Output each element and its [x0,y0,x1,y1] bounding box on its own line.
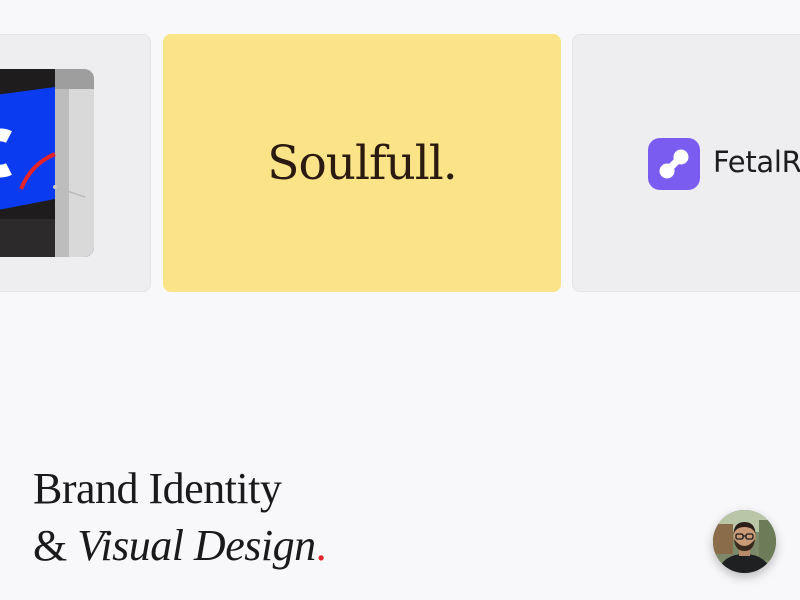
headline-ampersand: & [33,521,78,570]
billboard-photo [0,69,94,257]
hero-headline: Brand Identity & Visual Design. [33,460,327,574]
headline-accent-dot: . [315,521,327,570]
project-carousel: Soulfull. FetalR [0,0,800,300]
headline-italic-text: Visual Design [77,521,316,570]
soulfull-wordmark-dot: . [442,135,458,191]
project-card-billboard[interactable] [0,34,151,292]
link-node-icon [648,138,700,190]
headline-line-1: Brand Identity [33,464,282,513]
soulfull-wordmark: Soulfull. [163,34,561,292]
project-card-fetalr[interactable]: FetalR [572,34,800,292]
project-card-soulfull[interactable]: Soulfull. [163,34,561,292]
user-avatar[interactable] [713,510,776,573]
fetalr-wordmark: FetalR [713,145,800,179]
headline-line-2: & Visual Design. [33,517,327,574]
soulfull-wordmark-text: Soulfull [267,135,444,191]
